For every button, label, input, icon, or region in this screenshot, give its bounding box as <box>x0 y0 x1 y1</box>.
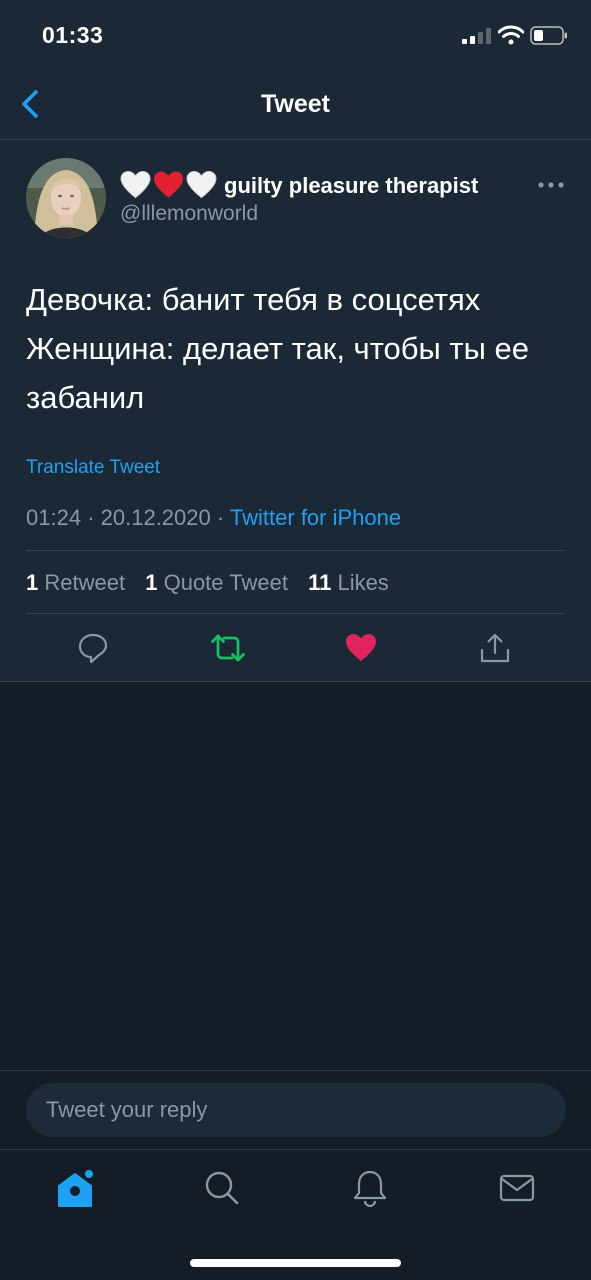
engagement-stats: 1 Retweet 1 Quote Tweet 11 Likes <box>26 570 403 596</box>
meta-separator: · <box>216 505 225 530</box>
white-heart-emoji <box>120 170 151 199</box>
messages-icon <box>499 1174 535 1202</box>
quote-tweets-stat[interactable]: 1 Quote Tweet <box>145 570 288 595</box>
tab-search[interactable] <box>198 1164 246 1212</box>
tweet-line: забанил <box>26 380 145 415</box>
divider <box>0 681 591 682</box>
white-heart-emoji <box>186 170 217 199</box>
red-heart-emoji <box>153 171 184 198</box>
avatar-photo <box>26 158 106 238</box>
reply-icon <box>78 633 108 664</box>
search-icon <box>205 1171 239 1205</box>
tweet-text: Девочка: банит тебя в соцсетях Женщина: … <box>26 275 571 422</box>
display-name-emojis <box>120 170 217 200</box>
like-button[interactable] <box>341 628 381 668</box>
retweet-icon <box>211 634 245 662</box>
avatar[interactable] <box>26 158 106 238</box>
quotes-count: 1 <box>145 570 158 595</box>
reply-button[interactable] <box>73 628 113 668</box>
author-name[interactable]: guilty pleasure therapist <box>224 173 478 199</box>
more-options-button[interactable] <box>536 178 566 192</box>
battery-icon <box>530 26 567 45</box>
tweet-line: Девочка: банит тебя в соцсетях <box>26 282 481 317</box>
more-icon <box>538 182 564 188</box>
likes-label: Likes <box>337 570 389 595</box>
status-time: 01:33 <box>42 22 104 48</box>
home-icon <box>58 1168 95 1207</box>
wifi-icon <box>498 25 524 45</box>
page-title: Tweet <box>261 90 330 118</box>
reply-composer <box>0 1070 591 1150</box>
divider <box>26 550 565 551</box>
heart-icon <box>346 634 376 661</box>
meta-separator: · <box>87 505 95 530</box>
signal-icon <box>462 28 491 44</box>
likes-stat[interactable]: 11 Likes <box>308 570 389 595</box>
quotes-label: Quote Tweet <box>163 570 288 595</box>
tweet-line: Женщина: делает так, чтобы ты ее <box>26 331 530 366</box>
author-handle[interactable]: @lllemonworld <box>120 202 258 226</box>
retweets-label: Retweet <box>44 570 126 595</box>
tab-notifications[interactable] <box>346 1164 394 1212</box>
home-indicator <box>190 1259 401 1267</box>
retweets-count: 1 <box>26 570 39 595</box>
share-button[interactable] <box>475 628 515 668</box>
divider <box>26 613 565 614</box>
tweet-date: 20.12.2020 <box>100 505 211 530</box>
translate-tweet-link[interactable]: Translate Tweet <box>26 457 160 479</box>
tab-home[interactable] <box>51 1164 99 1212</box>
tab-messages[interactable] <box>493 1164 541 1212</box>
share-icon <box>480 633 510 663</box>
retweet-button[interactable] <box>208 628 248 668</box>
likes-count: 11 <box>308 570 332 595</box>
notifications-icon <box>353 1170 387 1207</box>
tweet-time: 01:24 <box>26 505 82 530</box>
status-bar: 01:33 <box>0 0 591 72</box>
tweet-metadata: 01:24 · 20.12.2020 · Twitter for iPhone <box>26 505 401 531</box>
navigation-bar: Tweet <box>0 72 591 140</box>
retweets-stat[interactable]: 1 Retweet <box>26 570 125 595</box>
tweet-source-link[interactable]: Twitter for iPhone <box>230 505 401 530</box>
reply-input[interactable] <box>26 1083 566 1137</box>
